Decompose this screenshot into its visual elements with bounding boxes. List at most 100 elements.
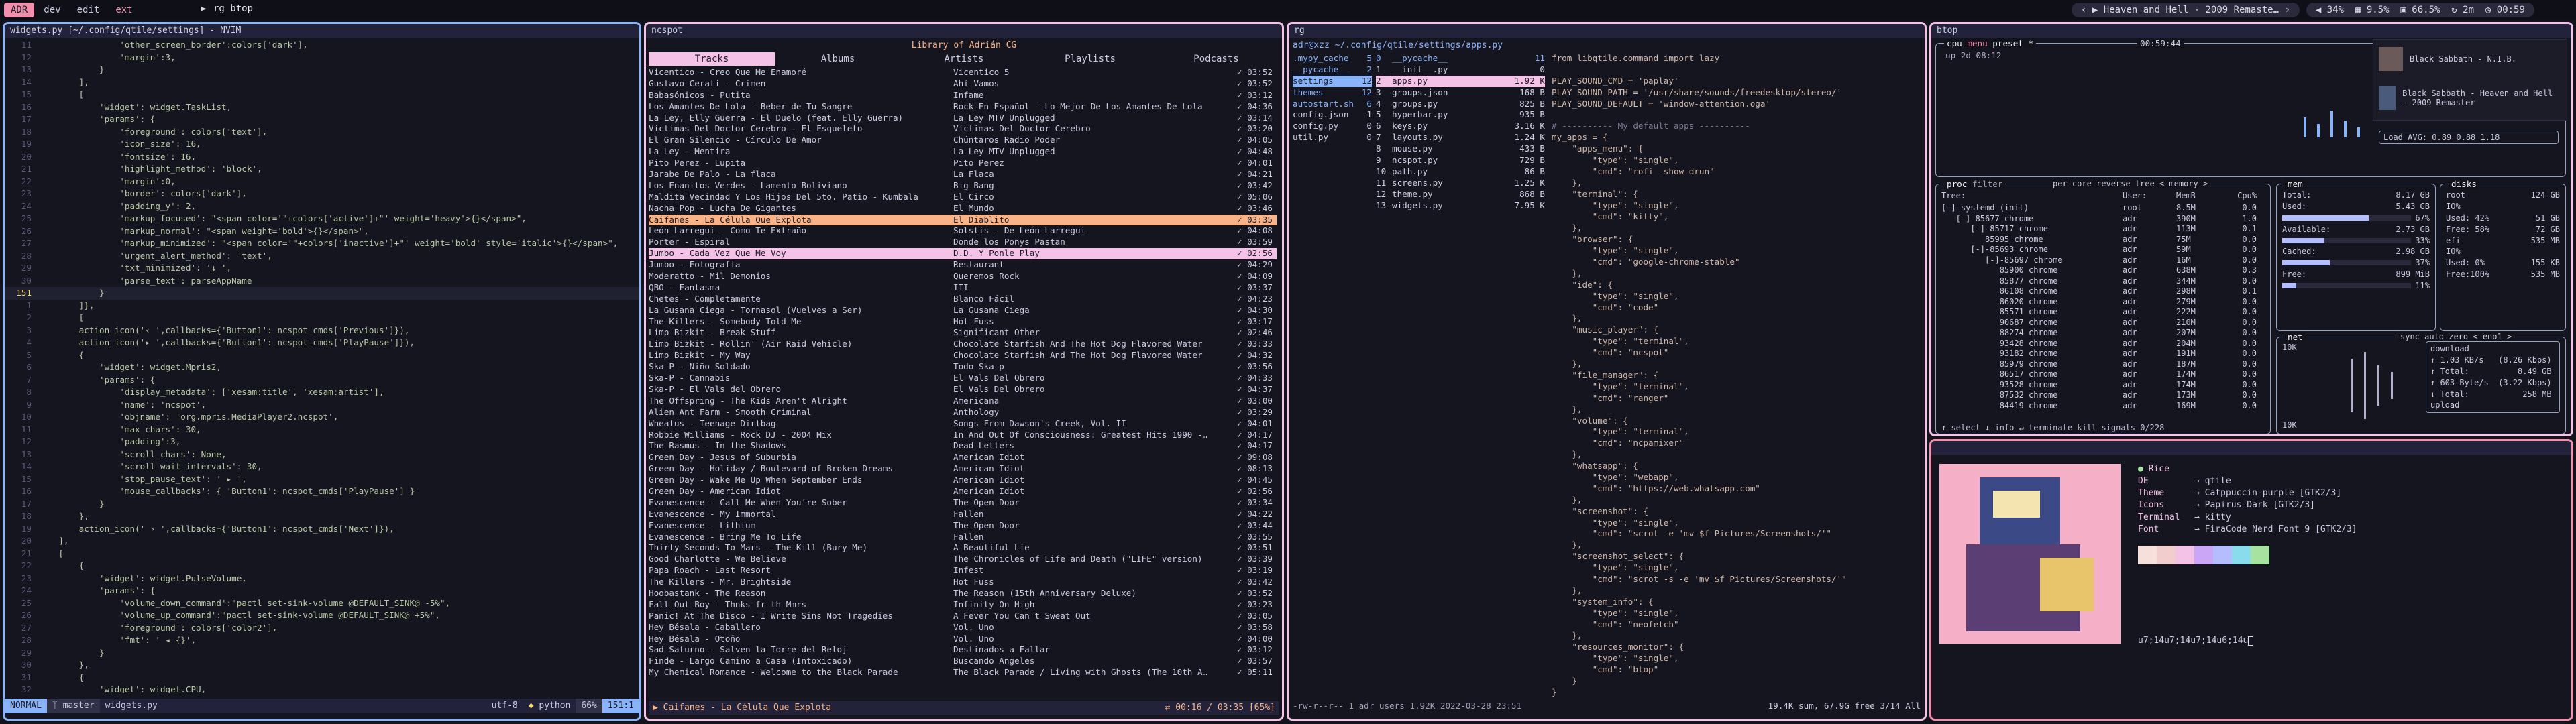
track-row[interactable]: Babasónicos - Putita Infame ✓ 03:12 xyxy=(649,90,1277,101)
ranger-entry[interactable]: 9 ncspot.py 729 B xyxy=(1376,155,1545,166)
code-line[interactable]: 14 ], xyxy=(5,76,639,89)
track-row[interactable]: Panic! At The Disco - I Write Sins Not T… xyxy=(649,611,1277,622)
ranger-entry[interactable]: __pycache__ 2 xyxy=(1293,64,1372,76)
process-row[interactable]: [-]-systemd (init) root 8.5M 0.0 xyxy=(1941,203,2265,214)
ranger-entry[interactable]: config.py 0 xyxy=(1293,121,1372,132)
code-line[interactable]: 18 }, xyxy=(5,510,639,523)
track-row[interactable]: The Offspring - The Kids Aren't Alright A… xyxy=(649,396,1277,407)
code-line[interactable]: 9 'name': 'ncspot', xyxy=(5,399,639,412)
track-row[interactable]: Ska-P - Cannabis El Vals Del Obrero ✓ 04:3… xyxy=(649,373,1277,384)
code-line[interactable]: 1 ]}, xyxy=(5,300,639,312)
ranger-entry[interactable]: settings 12 xyxy=(1293,75,1372,87)
track-row[interactable]: Ska-P - Niño Soldado Todo Ska-p ✓ 03:56 xyxy=(649,361,1277,373)
tab-playlists[interactable]: Playlists xyxy=(1027,52,1153,66)
code-line[interactable]: 7 'params': { xyxy=(5,374,639,387)
process-row[interactable]: 87532 chrome adr 173M 0.0 xyxy=(1941,390,2265,401)
track-row[interactable]: Pito Perez - Lupita Pito Perez ✓ 04:01 xyxy=(649,158,1277,169)
process-row[interactable]: 85877 chrome adr 344M 0.0 xyxy=(1941,276,2265,287)
code-line[interactable]: 27 'markup_minimized': "<span color='"+c… xyxy=(5,237,639,250)
ranger-entry[interactable]: 6 keys.py 3.16 K xyxy=(1376,121,1545,132)
col-tree[interactable]: Tree: xyxy=(1941,191,2123,200)
code-line[interactable]: 28 'urgent_alert_method': 'text', xyxy=(5,250,639,263)
process-row[interactable]: 84419 chrome adr 169M 0.0 xyxy=(1941,401,2265,412)
col-cpu[interactable]: Cpu% xyxy=(2216,191,2257,200)
ranger-window[interactable]: rg adr@xzz ~/.config/qtile/settings/apps… xyxy=(1287,22,1927,721)
code-line[interactable]: 23 'widget': widget.PulseVolume, xyxy=(5,572,639,585)
process-row[interactable]: 93182 chrome adr 191M 0.0 xyxy=(1941,349,2265,359)
code-line[interactable]: 22 'margin':0, xyxy=(5,176,639,188)
track-row[interactable]: Los Amantes De Lola - Beber de Tu Sangre… xyxy=(649,101,1277,113)
track-row[interactable]: Los Enanitos Verdes - Lamento Boliviano B… xyxy=(649,180,1277,192)
track-row[interactable]: El Gran Silencio - Círculo De Amor Chúnta… xyxy=(649,135,1277,146)
tab-albums[interactable]: Albums xyxy=(775,52,901,66)
track-row[interactable]: Vicentico - Creo Que Me Enamoré Vicentico… xyxy=(649,67,1277,78)
code-line[interactable]: 24 'padding_y': 2, xyxy=(5,200,639,213)
code-line[interactable]: 15 [ xyxy=(5,88,639,101)
track-row[interactable]: Caifanes - La Célula Que Explota El Diabl… xyxy=(649,214,1277,226)
code-line[interactable]: 25 'markup_focused': "<span color='"+col… xyxy=(5,213,639,225)
track-row[interactable]: The Killers - Somebody Told Me Hot Fuss ✓ … xyxy=(649,316,1277,328)
ranger-entry[interactable]: 12 theme.py 868 B xyxy=(1376,189,1545,200)
notification-2[interactable]: Black Sabbath - Heaven and Hell - 2009 R… xyxy=(2373,78,2567,117)
code-line[interactable]: 19 'icon_size': 16, xyxy=(5,138,639,151)
track-row[interactable]: Green Day - Wake Me Up When September En… xyxy=(649,475,1277,486)
ranger-entry[interactable]: 5 hyperbar.py 935 B xyxy=(1376,109,1545,121)
process-row[interactable]: [-]-85677 chrome adr 390M 1.0 xyxy=(1941,214,2265,225)
code-line[interactable]: 22 { xyxy=(5,560,639,572)
run-prompt[interactable]: rg btop xyxy=(213,3,253,14)
code-line[interactable]: 13 'scroll_chars': None, xyxy=(5,448,639,461)
ranger-entry[interactable]: themes 12 xyxy=(1293,87,1372,99)
workspace-3[interactable]: edit xyxy=(70,3,107,17)
workspace-4[interactable]: ext xyxy=(109,3,139,17)
code-line[interactable]: 30 }, xyxy=(5,659,639,672)
process-row[interactable]: 85995 chrome adr 75M 0.0 xyxy=(1941,235,2265,245)
workspace-1[interactable]: ADR xyxy=(4,3,35,17)
code-line[interactable]: 29 } xyxy=(5,647,639,660)
ranger-entry[interactable]: .mypy_cache 5 xyxy=(1293,53,1372,64)
track-row[interactable]: Hey Bésala - Otoño Vol. Uno ✓ 04:00 xyxy=(649,634,1277,645)
code-line[interactable]: 19 action_icon(' › ',callbacks={'Button1… xyxy=(5,523,639,536)
code-line[interactable]: 26 'volume_up_command':"pactl set-sink-v… xyxy=(5,609,639,622)
track-list[interactable]: Vicentico - Creo Que Me Enamoré Vicentico… xyxy=(649,67,1277,693)
tab-artists[interactable]: Artists xyxy=(901,52,1027,66)
track-row[interactable]: León Larregui - Como Te Extraño Solstis -… xyxy=(649,225,1277,237)
track-row[interactable]: Limp Bizkit - Rollin' (Air Raid Vehicle)… xyxy=(649,339,1277,350)
track-row[interactable]: Green Day - Jesus of Suburbia American Id… xyxy=(649,452,1277,463)
proc-filter[interactable]: filter xyxy=(1972,179,2003,189)
track-row[interactable]: Moderatto - Mil Demonios Queremos Rock ✓ 0… xyxy=(649,271,1277,282)
code-line[interactable]: 28 'fmt': ' ◂ {}', xyxy=(5,634,639,647)
track-row[interactable]: Green Day - Holiday / Boulevard of Broke… xyxy=(649,463,1277,475)
code-line[interactable]: 2 [ xyxy=(5,312,639,324)
code-line[interactable]: 12 'padding':3, xyxy=(5,436,639,448)
nvim-window[interactable]: widgets.py [~/.config/qtile/settings] - … xyxy=(3,22,641,721)
btop-window[interactable]: btop cpu menu preset * 00:59:44 up 2d 08… xyxy=(1929,22,2573,436)
play-icon[interactable]: ▶ xyxy=(2092,5,2098,15)
ranger-entry[interactable]: 13 widgets.py 7.95 K xyxy=(1376,200,1545,212)
process-list[interactable]: [-]-systemd (init) root 8.5M 0.0 [-]-85677 … xyxy=(1941,203,2265,411)
track-row[interactable]: Ska-P - El Vals del Obrero El Vals Del Ob… xyxy=(649,384,1277,396)
track-row[interactable]: Jumbo - Fotografía Restaurant ✓ 04:29 xyxy=(649,259,1277,271)
track-row[interactable]: Green Day - American Idiot American Idiot… xyxy=(649,486,1277,497)
code-line[interactable]: 20 'fontsize': 16, xyxy=(5,151,639,164)
track-row[interactable]: Gustavo Cerati - Crimen Ahí Vamos ✓ 03:52 xyxy=(649,78,1277,90)
track-row[interactable]: Maldita Vecindad Y Los Hijos Del 5to. Pa… xyxy=(649,192,1277,203)
track-row[interactable]: Hey Bésala - Caballero Vol. Uno ✓ 03:58 xyxy=(649,622,1277,634)
track-row[interactable]: Evanescence - Call Me When You're Sober T… xyxy=(649,497,1277,509)
ranger-entry[interactable]: 1 __init__.py 0 xyxy=(1376,64,1545,76)
media-controls[interactable]: ‹ ▶ Heaven and Hell - 2009 Remaste… › xyxy=(2072,3,2300,17)
net-controls[interactable]: sync auto zero < eno1 > xyxy=(2398,332,2515,341)
ranger-entry[interactable]: 11 screens.py 1.25 K xyxy=(1376,178,1545,189)
code-editor[interactable]: 11 'other_screen_border':colors['dark'],… xyxy=(5,39,639,693)
track-row[interactable]: Robbie Williams - Rock DJ - 2004 Mix In A… xyxy=(649,430,1277,441)
code-line[interactable]: 29 'txt_minimized': '↓ ', xyxy=(5,262,639,275)
track-row[interactable]: Sad Saturno - Salven la Torre del Reloj D… xyxy=(649,644,1277,656)
process-row[interactable]: 86020 chrome adr 279M 0.0 xyxy=(1941,297,2265,308)
workspace-2[interactable]: dev xyxy=(37,3,67,17)
track-row[interactable]: Alien Ant Farm - Smooth Criminal Antholog… xyxy=(649,407,1277,418)
process-row[interactable]: 85571 chrome adr 222M 0.0 xyxy=(1941,307,2265,318)
track-row[interactable]: Víctimas Del Doctor Cerebro - El Esquele… xyxy=(649,123,1277,135)
ranger-entry[interactable]: 8 mouse.py 433 B xyxy=(1376,143,1545,155)
track-row[interactable]: Fall Out Boy - Thnks fr th Mmrs Infinity … xyxy=(649,599,1277,611)
code-line[interactable]: 27 'foreground': colors['color2'], xyxy=(5,622,639,635)
ranger-entry[interactable]: 3 groups.json 168 B xyxy=(1376,87,1545,99)
